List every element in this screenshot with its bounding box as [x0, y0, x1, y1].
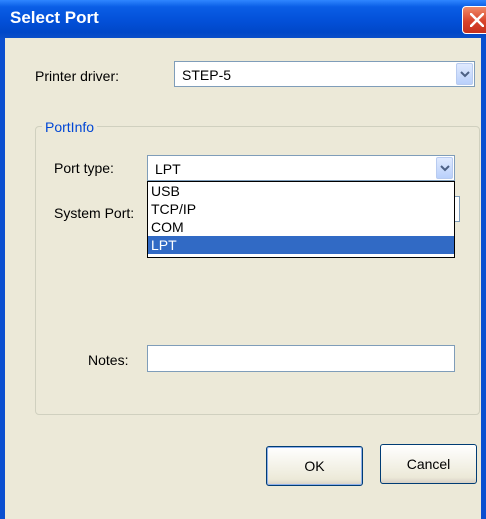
chevron-down-icon [460, 71, 470, 78]
window-title: Select Port [10, 8, 99, 27]
port-type-option[interactable]: TCP/IP [148, 200, 454, 218]
chevron-down-icon [440, 165, 450, 172]
window-frame-right [481, 38, 486, 519]
close-icon [470, 13, 484, 27]
printer-driver-label: Printer driver: [35, 68, 120, 84]
cancel-button[interactable]: Cancel [380, 444, 477, 484]
portinfo-group-title: PortInfo [42, 119, 98, 135]
port-type-option[interactable]: COM [148, 218, 454, 236]
port-type-dropdown-button[interactable] [436, 157, 453, 179]
port-type-dropdown-list: USB TCP/IP COM LPT [147, 181, 455, 258]
port-type-combo[interactable]: LPT [147, 155, 455, 181]
printer-driver-combo[interactable]: STEP-5 [174, 61, 475, 87]
port-type-value: LPT [155, 161, 181, 177]
printer-driver-dropdown-button[interactable] [456, 63, 473, 85]
system-port-label: System Port: [54, 205, 135, 221]
port-type-option-selected[interactable]: LPT [148, 236, 454, 254]
printer-driver-value: STEP-5 [182, 67, 232, 83]
port-type-option[interactable]: USB [148, 182, 454, 200]
notes-input[interactable] [147, 345, 455, 372]
port-type-label: Port type: [54, 160, 114, 176]
ok-button[interactable]: OK [266, 446, 363, 486]
close-button[interactable] [462, 6, 486, 34]
notes-label: Notes: [88, 352, 129, 368]
